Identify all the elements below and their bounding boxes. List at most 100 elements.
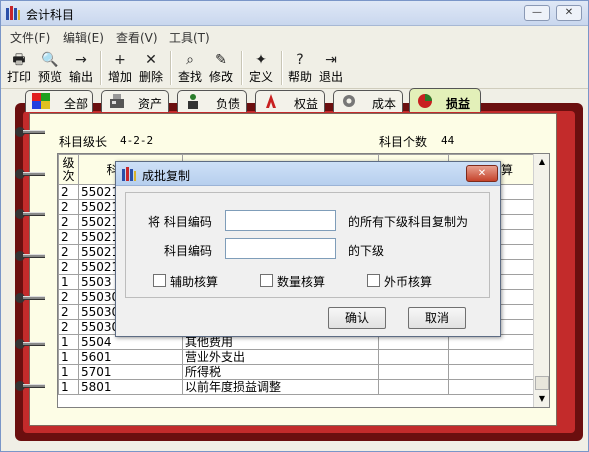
binder-ring bbox=[15, 381, 45, 391]
help-icon: ? bbox=[296, 52, 304, 68]
cash-register-icon bbox=[110, 94, 124, 108]
confirm-button[interactable]: 确认 bbox=[328, 307, 386, 329]
add-button[interactable]: + 增加 bbox=[106, 49, 134, 87]
cell-accounting bbox=[448, 364, 536, 380]
cell-level: 1 bbox=[58, 379, 79, 395]
define-button[interactable]: ✦ 定义 bbox=[247, 49, 275, 87]
column-header-level[interactable]: 级次 bbox=[58, 154, 79, 185]
level-length-label: 科目级长 bbox=[59, 135, 108, 149]
dialog-close-button[interactable]: ✕ bbox=[466, 165, 498, 182]
gear-icon bbox=[343, 95, 355, 107]
window-title: 会计科目 bbox=[26, 8, 75, 22]
tab-assets[interactable]: 资产 bbox=[101, 90, 169, 112]
preview-button[interactable]: 🔍 预览 bbox=[36, 49, 64, 87]
preview-icon: 🔍 bbox=[41, 52, 59, 68]
cell-name: 营业外支出 bbox=[182, 349, 379, 365]
cell-level: 1 bbox=[58, 274, 79, 290]
exit-button[interactable]: ⇥ 退出 bbox=[317, 49, 345, 87]
scroll-up-icon[interactable]: ▲ bbox=[534, 154, 550, 170]
table-row[interactable]: 1 5601 营业外支出 bbox=[58, 349, 536, 365]
quantity-accounting-checkbox[interactable] bbox=[260, 274, 273, 287]
batch-copy-dialog: 成批复制 ✕ 将 科目编码 的所有下级科目复制为 科目编码 的下级 辅助核算 数… bbox=[115, 161, 501, 337]
cell-name: 所得税 bbox=[182, 364, 379, 380]
edit-icon: ✎ bbox=[215, 52, 227, 68]
cell-level: 2 bbox=[58, 304, 79, 320]
tab-profit-loss[interactable]: 损益 bbox=[409, 88, 481, 112]
export-icon: → bbox=[75, 52, 87, 68]
books-icon bbox=[6, 6, 20, 20]
auxiliary-accounting-checkbox[interactable] bbox=[153, 274, 166, 287]
cell-code: 5801 bbox=[78, 379, 183, 395]
level-length-value: 4-2-2 bbox=[120, 134, 154, 147]
menu-file[interactable]: 文件(F) bbox=[10, 29, 50, 46]
cancel-button[interactable]: 取消 bbox=[408, 307, 466, 329]
toolbar-separator bbox=[100, 51, 102, 85]
menu-edit[interactable]: 编辑(E) bbox=[63, 29, 104, 46]
find-button[interactable]: ⌕ 查找 bbox=[176, 49, 204, 87]
cell-level: 2 bbox=[58, 199, 79, 215]
cell-accounting bbox=[448, 349, 536, 365]
title-bar: 会计科目 — ✕ bbox=[1, 1, 588, 26]
define-icon: ✦ bbox=[255, 52, 267, 68]
binder-ring bbox=[15, 293, 45, 303]
toolbar: 🖶 打印 🔍 预览 → 输出 + 增加 ✕ 删除 ⌕ 查找 ✎ 修改 ✦ 定义 … bbox=[1, 47, 588, 89]
export-button[interactable]: → 输出 bbox=[67, 49, 95, 87]
auxiliary-accounting-label: 辅助核算 bbox=[170, 275, 219, 289]
cell-level: 2 bbox=[58, 214, 79, 230]
delete-button[interactable]: ✕ 删除 bbox=[137, 49, 165, 87]
menu-tools[interactable]: 工具(T) bbox=[169, 29, 210, 46]
cell-level: 1 bbox=[58, 364, 79, 380]
cell-level: 2 bbox=[58, 319, 79, 335]
ribbon-icon bbox=[266, 94, 276, 108]
exit-icon: ⇥ bbox=[325, 52, 337, 68]
dialog-title: 成批复制 bbox=[142, 169, 191, 183]
main-window: 会计科目 — ✕ 文件(F) 编辑(E) 查看(V) 工具(T) 🖶 打印 🔍 … bbox=[0, 0, 589, 452]
tab-equity[interactable]: 权益 bbox=[255, 90, 325, 112]
cell-extra bbox=[378, 364, 449, 380]
toolbar-separator bbox=[241, 51, 243, 85]
printer-icon: 🖶 bbox=[12, 52, 26, 68]
minimize-button[interactable]: — bbox=[524, 5, 550, 21]
menu-bar: 文件(F) 编辑(E) 查看(V) 工具(T) bbox=[1, 26, 588, 46]
find-icon: ⌕ bbox=[186, 52, 194, 68]
cell-name: 以前年度损益调整 bbox=[182, 379, 379, 395]
person-icon bbox=[188, 94, 198, 109]
cell-level: 1 bbox=[58, 334, 79, 350]
copy-all-children-label: 的所有下级科目复制为 bbox=[348, 215, 469, 229]
target-code-label: 科目编码 bbox=[164, 244, 213, 258]
color-squares-icon bbox=[32, 93, 50, 109]
target-code-input[interactable] bbox=[225, 238, 336, 259]
menu-view[interactable]: 查看(V) bbox=[116, 29, 158, 46]
edit-button[interactable]: ✎ 修改 bbox=[207, 49, 235, 87]
account-count-label: 科目个数 bbox=[379, 135, 428, 149]
category-tabs: 全部 资产 负债 权益 成本 损益 bbox=[21, 88, 491, 114]
print-button[interactable]: 🖶 打印 bbox=[5, 49, 33, 87]
cell-extra bbox=[378, 349, 449, 365]
cell-accounting bbox=[448, 379, 536, 395]
cell-level: 2 bbox=[58, 244, 79, 260]
binder-ring bbox=[15, 339, 45, 349]
source-code-input[interactable] bbox=[225, 210, 336, 231]
table-row[interactable]: 1 5701 所得税 bbox=[58, 364, 536, 380]
scroll-thumb[interactable] bbox=[535, 376, 549, 390]
add-icon: + bbox=[114, 52, 126, 68]
children-of-label: 的下级 bbox=[348, 244, 385, 258]
cell-level: 1 bbox=[58, 349, 79, 365]
delete-icon: ✕ bbox=[145, 52, 157, 68]
binder-ring bbox=[15, 169, 45, 179]
toolbar-separator bbox=[281, 51, 283, 85]
scroll-down-icon[interactable]: ▼ bbox=[534, 391, 550, 407]
table-row[interactable]: 1 5801 以前年度损益调整 bbox=[58, 379, 536, 395]
help-button[interactable]: ? 帮助 bbox=[286, 49, 314, 87]
tab-all[interactable]: 全部 bbox=[25, 90, 93, 112]
close-button[interactable]: ✕ bbox=[556, 5, 582, 21]
cell-code: 5601 bbox=[78, 349, 183, 365]
cell-extra bbox=[378, 379, 449, 395]
tab-liabilities[interactable]: 负债 bbox=[177, 90, 247, 112]
foreign-currency-checkbox[interactable] bbox=[367, 274, 380, 287]
pie-chart-icon bbox=[418, 94, 432, 108]
dialog-title-bar: 成批复制 ✕ bbox=[116, 162, 500, 186]
tab-cost[interactable]: 成本 bbox=[333, 90, 403, 112]
account-count-value: 44 bbox=[441, 134, 455, 147]
vertical-scrollbar[interactable]: ▲ ▼ bbox=[533, 154, 549, 407]
